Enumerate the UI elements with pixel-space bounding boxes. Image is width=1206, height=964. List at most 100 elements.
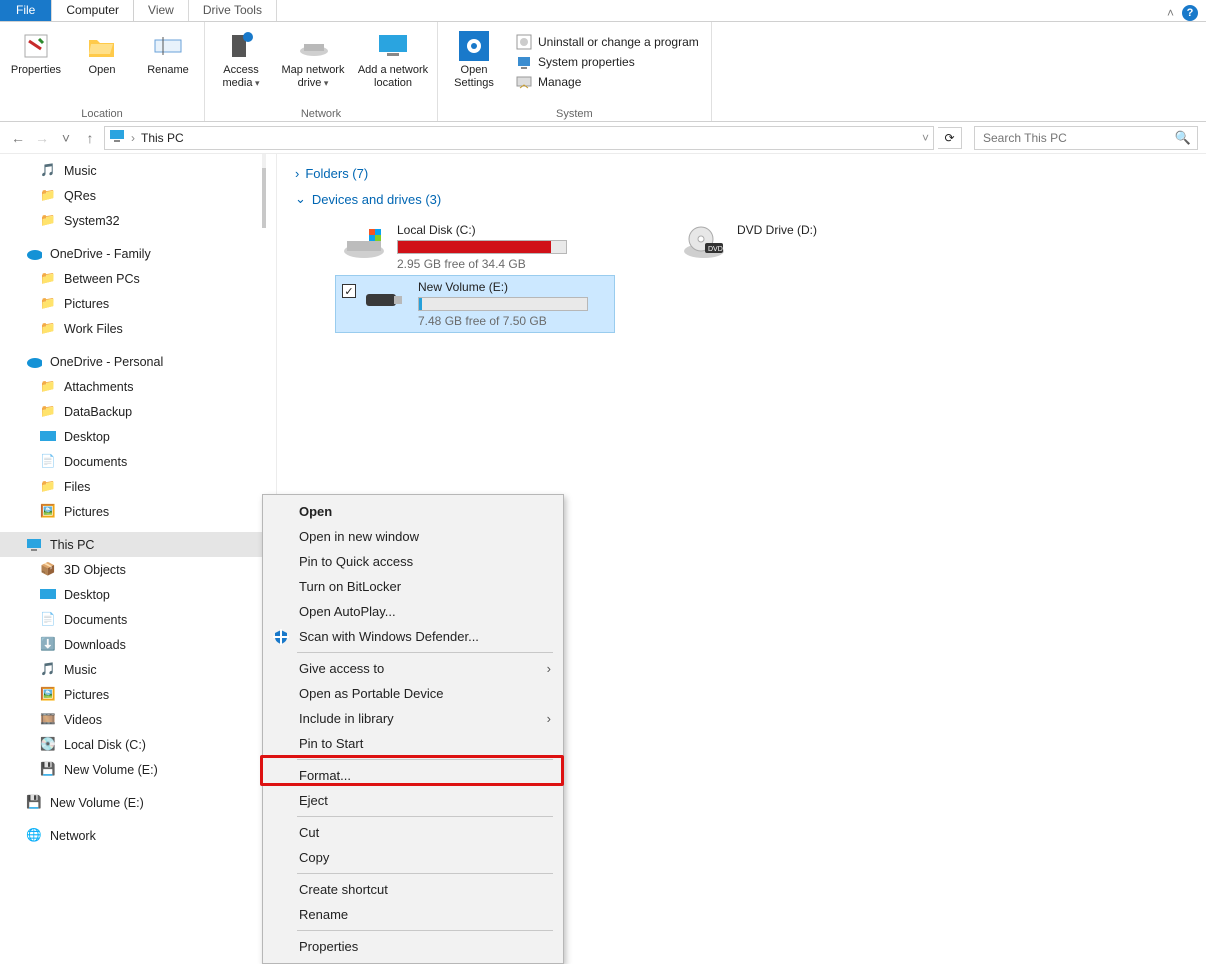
access-media-button[interactable]: Access media [213, 30, 269, 89]
cm-cut[interactable]: Cut [265, 820, 561, 845]
refresh-button[interactable]: ⟳ [938, 127, 962, 149]
desktop-icon [40, 429, 56, 445]
forward-button[interactable]: → [32, 128, 52, 148]
onedrive-icon [26, 246, 42, 262]
ribbon-group-location: Properties Open Rename Location [0, 22, 205, 121]
cm-portable-device[interactable]: Open as Portable Device [265, 681, 561, 706]
open-label: Open [89, 64, 116, 77]
properties-icon [20, 30, 52, 62]
cm-format[interactable]: Format... [265, 763, 561, 788]
cm-autoplay[interactable]: Open AutoPlay... [265, 599, 561, 624]
tree-downloads[interactable]: ⬇️Downloads [0, 632, 276, 657]
onedrive-icon [26, 354, 42, 370]
tree-desktop[interactable]: Desktop [0, 424, 276, 449]
open-settings-button[interactable]: Open Settings [446, 30, 502, 89]
tree-local-disk-c[interactable]: 💽Local Disk (C:) [0, 732, 276, 757]
group-folders-header[interactable]: › Folders (7) [295, 162, 1206, 185]
cm-eject[interactable]: Eject [265, 788, 561, 813]
ribbon-group-network: Access media Map network drive Add a net… [205, 22, 438, 121]
tree-files[interactable]: 📁Files [0, 474, 276, 499]
cm-copy[interactable]: Copy [265, 845, 561, 870]
tree-onedrive-family[interactable]: OneDrive - Family [0, 241, 276, 266]
cm-open[interactable]: Open [265, 499, 561, 524]
address-bar[interactable]: › This PC ˅ [104, 126, 934, 150]
address-dropdown-icon[interactable]: ˅ [922, 131, 929, 145]
tree-new-volume-e[interactable]: 💾New Volume (E:) [0, 757, 276, 782]
cm-create-shortcut[interactable]: Create shortcut [265, 877, 561, 902]
cm-pin-start[interactable]: Pin to Start [265, 731, 561, 756]
tree-documents-2[interactable]: 📄Documents [0, 607, 276, 632]
gear-icon [458, 30, 490, 62]
media-icon [225, 30, 257, 62]
cm-give-access[interactable]: Give access to› [265, 656, 561, 681]
cm-rename[interactable]: Rename [265, 902, 561, 927]
tree-databackup[interactable]: 📁DataBackup [0, 399, 276, 424]
tab-view[interactable]: View [134, 0, 189, 21]
tree-work-files[interactable]: 📁Work Files [0, 316, 276, 341]
this-pc-icon [26, 537, 42, 553]
documents-icon: 📄 [40, 454, 56, 470]
drive-e-checkbox[interactable]: ✓ [342, 284, 356, 298]
drive-local-c[interactable]: Local Disk (C:) 2.95 GB free of 34.4 GB [335, 219, 615, 275]
add-network-label: Add a network location [357, 64, 429, 89]
properties-button[interactable]: Properties [8, 30, 64, 77]
folder-icon: 📁 [40, 404, 56, 420]
collapse-ribbon-icon[interactable]: ˄ [1167, 6, 1174, 20]
open-button[interactable]: Open [74, 30, 130, 77]
folder-open-icon [86, 30, 118, 62]
tree-onedrive-personal[interactable]: OneDrive - Personal [0, 349, 276, 374]
tree-this-pc[interactable]: This PC [0, 532, 276, 557]
search-input[interactable] [981, 130, 1175, 146]
cm-open-new-window[interactable]: Open in new window [265, 524, 561, 549]
tree-videos[interactable]: 🎞️Videos [0, 707, 276, 732]
tree-pictures[interactable]: 📁Pictures [0, 291, 276, 316]
cm-separator [297, 930, 553, 931]
cm-pin-quick-access[interactable]: Pin to Quick access [265, 549, 561, 574]
tree-between-pcs[interactable]: 📁Between PCs [0, 266, 276, 291]
breadcrumb-this-pc[interactable]: This PC [141, 131, 184, 145]
group-drives-header[interactable]: ⌄ Devices and drives (3) [295, 185, 1206, 211]
context-menu: Open Open in new window Pin to Quick acc… [262, 494, 564, 964]
breadcrumb-separator-icon: › [131, 131, 135, 145]
recent-locations-button[interactable]: ˅ [56, 128, 76, 148]
tree-qres[interactable]: 📁QRes [0, 183, 276, 208]
desktop-icon [40, 587, 56, 603]
hdd-icon [341, 223, 387, 261]
folder-icon: 📁 [40, 213, 56, 229]
tree-documents[interactable]: 📄Documents [0, 449, 276, 474]
tree-music-2[interactable]: 🎵Music [0, 657, 276, 682]
rename-button[interactable]: Rename [140, 30, 196, 77]
search-box[interactable]: 🔍 [974, 126, 1198, 150]
tab-drive-tools[interactable]: Drive Tools [189, 0, 277, 21]
cm-include-library[interactable]: Include in library› [265, 706, 561, 731]
tree-new-volume-e-2[interactable]: 💾New Volume (E:) [0, 790, 276, 815]
tab-file[interactable]: File [0, 0, 52, 21]
ribbon-group-system-label: System [446, 106, 703, 121]
tree-attachments[interactable]: 📁Attachments [0, 374, 276, 399]
usb-icon: 💾 [26, 795, 42, 811]
tree-network[interactable]: 🌐Network [0, 823, 276, 844]
tree-desktop-2[interactable]: Desktop [0, 582, 276, 607]
manage-button[interactable]: Manage [516, 74, 699, 90]
drive-dvd-d[interactable]: DVD DVD Drive (D:) [675, 219, 895, 275]
up-button[interactable]: ↑ [80, 128, 100, 148]
tab-computer[interactable]: Computer [52, 0, 134, 21]
back-button[interactable]: ← [8, 128, 28, 148]
add-network-location-button[interactable]: Add a network location [357, 30, 429, 89]
tree-music[interactable]: 🎵Music [0, 158, 276, 183]
tree-pictures-2[interactable]: 🖼️Pictures [0, 499, 276, 524]
dvd-icon: DVD [681, 223, 727, 261]
drive-new-volume-e[interactable]: ✓ New Volume (E:) 7.48 GB free of 7.50 G… [335, 275, 615, 333]
tree-pictures-3[interactable]: 🖼️Pictures [0, 682, 276, 707]
cm-defender-scan[interactable]: Scan with Windows Defender... [265, 624, 561, 649]
help-icon[interactable]: ? [1182, 5, 1198, 21]
system-properties-button[interactable]: System properties [516, 54, 699, 70]
cm-properties[interactable]: Properties [265, 934, 561, 959]
uninstall-program-button[interactable]: Uninstall or change a program [516, 34, 699, 50]
drive-c-capacity-bar [397, 240, 567, 254]
tree-3d-objects[interactable]: 📦3D Objects [0, 557, 276, 582]
chevron-right-icon: › [547, 661, 551, 676]
cm-bitlocker[interactable]: Turn on BitLocker [265, 574, 561, 599]
map-network-drive-button[interactable]: Map network drive [279, 30, 347, 89]
tree-system32[interactable]: 📁System32 [0, 208, 276, 233]
